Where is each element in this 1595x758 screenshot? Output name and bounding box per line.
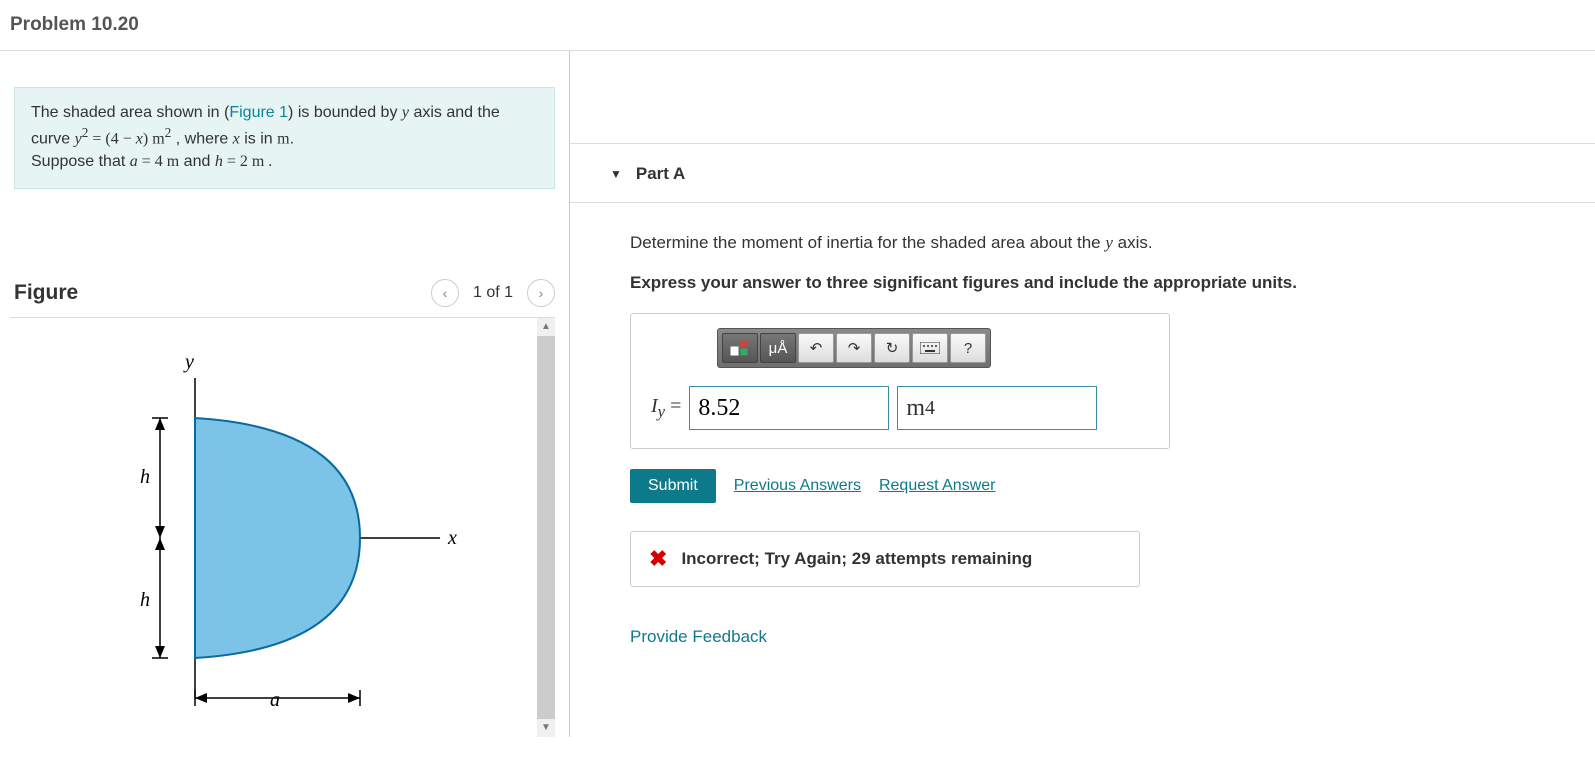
value-input[interactable] <box>689 386 889 430</box>
prev-figure-button[interactable]: ‹ <box>431 279 459 307</box>
previous-answers-link[interactable]: Previous Answers <box>734 477 861 495</box>
dim-label-h-bottom: h <box>140 589 150 611</box>
scroll-up-icon[interactable]: ▲ <box>537 318 555 336</box>
answer-line: Iy = m4 <box>651 386 1149 430</box>
unit-exp: 4 <box>925 397 935 420</box>
collapse-caret-icon[interactable]: ▼ <box>610 167 622 181</box>
a-val: = 4 m <box>138 153 179 170</box>
incorrect-icon: ✖ <box>649 546 667 572</box>
figure-header: Figure ‹ 1 of 1 › <box>0 279 569 307</box>
part-header[interactable]: ▼ Part A <box>570 143 1595 203</box>
next-figure-button[interactable]: › <box>527 279 555 307</box>
scroll-down-icon[interactable]: ▼ <box>537 719 555 737</box>
eq-rhs: (4 − <box>105 131 135 148</box>
figure-link[interactable]: Figure 1 <box>229 104 288 121</box>
redo-button[interactable]: ↷ <box>836 333 872 363</box>
eq-rhs2: ) m <box>143 131 165 148</box>
template-tool-button[interactable] <box>722 333 758 363</box>
h-val: = 2 m . <box>223 153 272 170</box>
reset-button[interactable]: ↻ <box>874 333 910 363</box>
feedback-text: Incorrect; Try Again; 29 attempts remain… <box>681 549 1032 569</box>
undo-button[interactable]: ↶ <box>798 333 834 363</box>
page-title: Problem 10.20 <box>10 14 1585 36</box>
answer-label: Iy = <box>651 395 681 422</box>
problem-text: ) is bounded by <box>288 104 402 121</box>
instruction-text: Determine the moment of inertia for the … <box>630 233 1105 252</box>
eq-x: x <box>136 131 143 148</box>
feedback-box: ✖ Incorrect; Try Again; 29 attempts rema… <box>630 531 1140 587</box>
instruction-suffix: axis. <box>1113 233 1153 252</box>
part-title: Part A <box>636 164 685 184</box>
keyboard-button[interactable] <box>912 333 948 363</box>
label-eq: = <box>665 395 681 417</box>
problem-text: and <box>179 153 215 170</box>
request-answer-link[interactable]: Request Answer <box>879 477 996 495</box>
dim-label-a: a <box>270 689 280 711</box>
symbols-tool-button[interactable]: μÅ <box>760 333 796 363</box>
dim-label-h-top: h <box>140 466 150 488</box>
var-a: a <box>130 153 138 170</box>
problem-statement: The shaded area shown in (Figure 1) is b… <box>14 87 555 189</box>
scroll-track[interactable] <box>537 336 555 719</box>
var-y: y <box>402 104 409 121</box>
problem-text: , where <box>171 131 232 148</box>
unit-input[interactable]: m4 <box>897 386 1097 430</box>
figure-title: Figure <box>14 281 78 305</box>
figure-scrollbar[interactable]: ▲ ▼ <box>537 318 555 737</box>
answer-box: μÅ ↶ ↷ ↻ ? Iy = m4 <box>630 313 1170 449</box>
var-h: h <box>215 153 223 170</box>
axis-label-y: y <box>183 351 194 373</box>
provide-feedback-link[interactable]: Provide Feedback <box>630 627 1555 647</box>
keyboard-icon <box>920 342 940 354</box>
figure-nav: ‹ 1 of 1 › <box>431 279 555 307</box>
label-sub: y <box>658 402 665 421</box>
main-container: The shaded area shown in (Figure 1) is b… <box>0 51 1595 737</box>
figure-diagram: y x h h a <box>40 338 460 738</box>
axis-label-x: x <box>447 527 457 549</box>
submit-button[interactable]: Submit <box>630 469 716 503</box>
part-instruction: Determine the moment of inertia for the … <box>630 233 1555 253</box>
left-panel: The shaded area shown in (Figure 1) is b… <box>0 51 570 737</box>
eq-equals: = <box>88 131 105 148</box>
page-header: Problem 10.20 <box>0 0 1595 51</box>
problem-text: . <box>290 131 294 148</box>
var-x: x <box>233 131 240 148</box>
format-instruction: Express your answer to three significant… <box>630 273 1555 293</box>
instruction-var: y <box>1105 233 1113 252</box>
problem-text: The shaded area shown in ( <box>31 104 229 121</box>
part-body: Determine the moment of inertia for the … <box>570 203 1595 647</box>
unit-base: m <box>906 395 925 422</box>
help-button[interactable]: ? <box>950 333 986 363</box>
submit-row: Submit Previous Answers Request Answer <box>630 469 1555 503</box>
label-I: I <box>651 395 658 417</box>
figure-counter: 1 of 1 <box>469 284 517 302</box>
problem-text: Suppose that <box>31 153 130 170</box>
right-panel: ▼ Part A Determine the moment of inertia… <box>570 51 1595 737</box>
unit-m: m <box>277 131 289 148</box>
template-icon <box>730 340 750 356</box>
figure-body: y x h h a ▲ <box>10 317 555 737</box>
eq-lhs: y <box>75 131 82 148</box>
equation-toolbar: μÅ ↶ ↷ ↻ ? <box>717 328 991 368</box>
problem-text: is in <box>240 131 277 148</box>
